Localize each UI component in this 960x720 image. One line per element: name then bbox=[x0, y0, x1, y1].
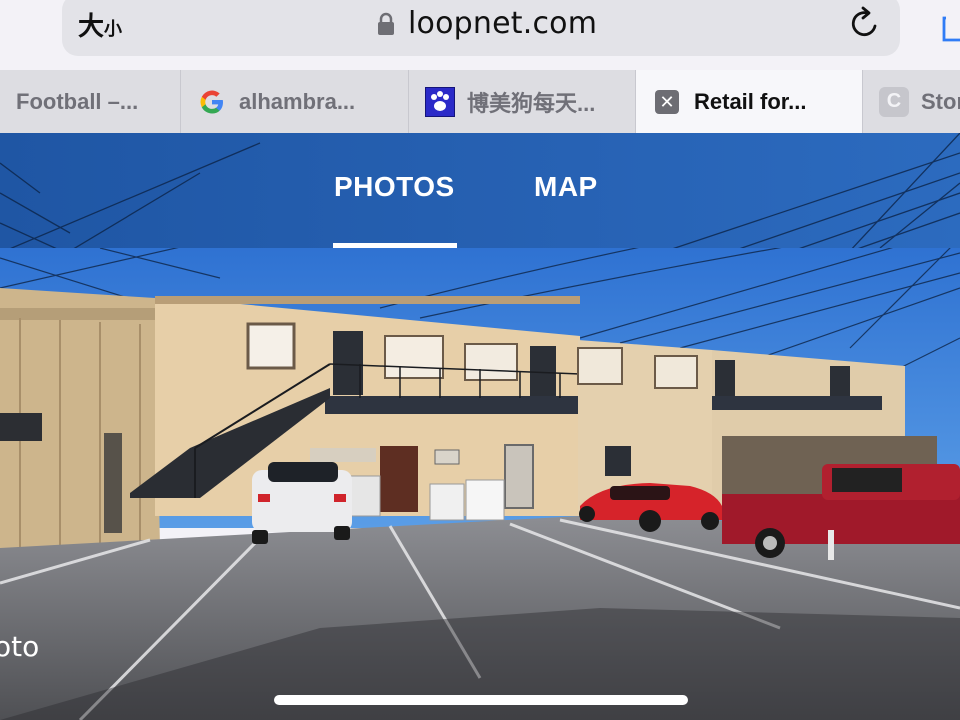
paw-icon bbox=[425, 86, 455, 117]
close-icon[interactable]: ✕ bbox=[652, 87, 682, 117]
text-size-label-small: 小 bbox=[104, 19, 123, 40]
text-size-label: 大 bbox=[78, 12, 105, 42]
tab-football[interactable]: Football –... bbox=[0, 70, 181, 133]
tab-map[interactable]: MAP bbox=[534, 171, 598, 203]
tab-title: 博美狗每天... bbox=[467, 90, 596, 116]
property-photo[interactable] bbox=[0, 248, 960, 720]
listing-nav: PHOTOS MAP bbox=[0, 133, 960, 248]
tab-strip: Football –... alhambra... 博美狗每天... ✕ Ret… bbox=[0, 70, 960, 133]
tab-pomeranian[interactable]: 博美狗每天... bbox=[409, 70, 636, 133]
tab-photos[interactable]: PHOTOS bbox=[334, 171, 455, 203]
lock-icon bbox=[378, 12, 394, 35]
tab-store[interactable]: C Stor bbox=[863, 70, 960, 133]
c-favicon-icon: C bbox=[879, 86, 909, 117]
reload-icon[interactable] bbox=[848, 4, 882, 42]
home-indicator[interactable] bbox=[274, 695, 688, 705]
tab-retail-active[interactable]: ✕ Retail for... bbox=[636, 70, 863, 133]
google-icon bbox=[197, 87, 227, 117]
text-size-button[interactable]: 大小 bbox=[78, 6, 122, 43]
listing-hero: PHOTOS MAP oto bbox=[0, 133, 960, 720]
share-icon[interactable] bbox=[938, 2, 960, 44]
photo-caption: oto bbox=[0, 630, 40, 663]
tab-title: alhambra... bbox=[239, 88, 356, 114]
url-text[interactable]: loopnet.com bbox=[408, 6, 597, 41]
power-lines-graphic bbox=[0, 133, 960, 248]
tab-title: Football –... bbox=[16, 88, 139, 114]
tab-alhambra[interactable]: alhambra... bbox=[181, 70, 409, 133]
tab-title: Retail for... bbox=[694, 88, 807, 114]
browser-toolbar: 大小 loopnet.com bbox=[0, 0, 960, 70]
tab-title: Stor bbox=[921, 88, 960, 114]
